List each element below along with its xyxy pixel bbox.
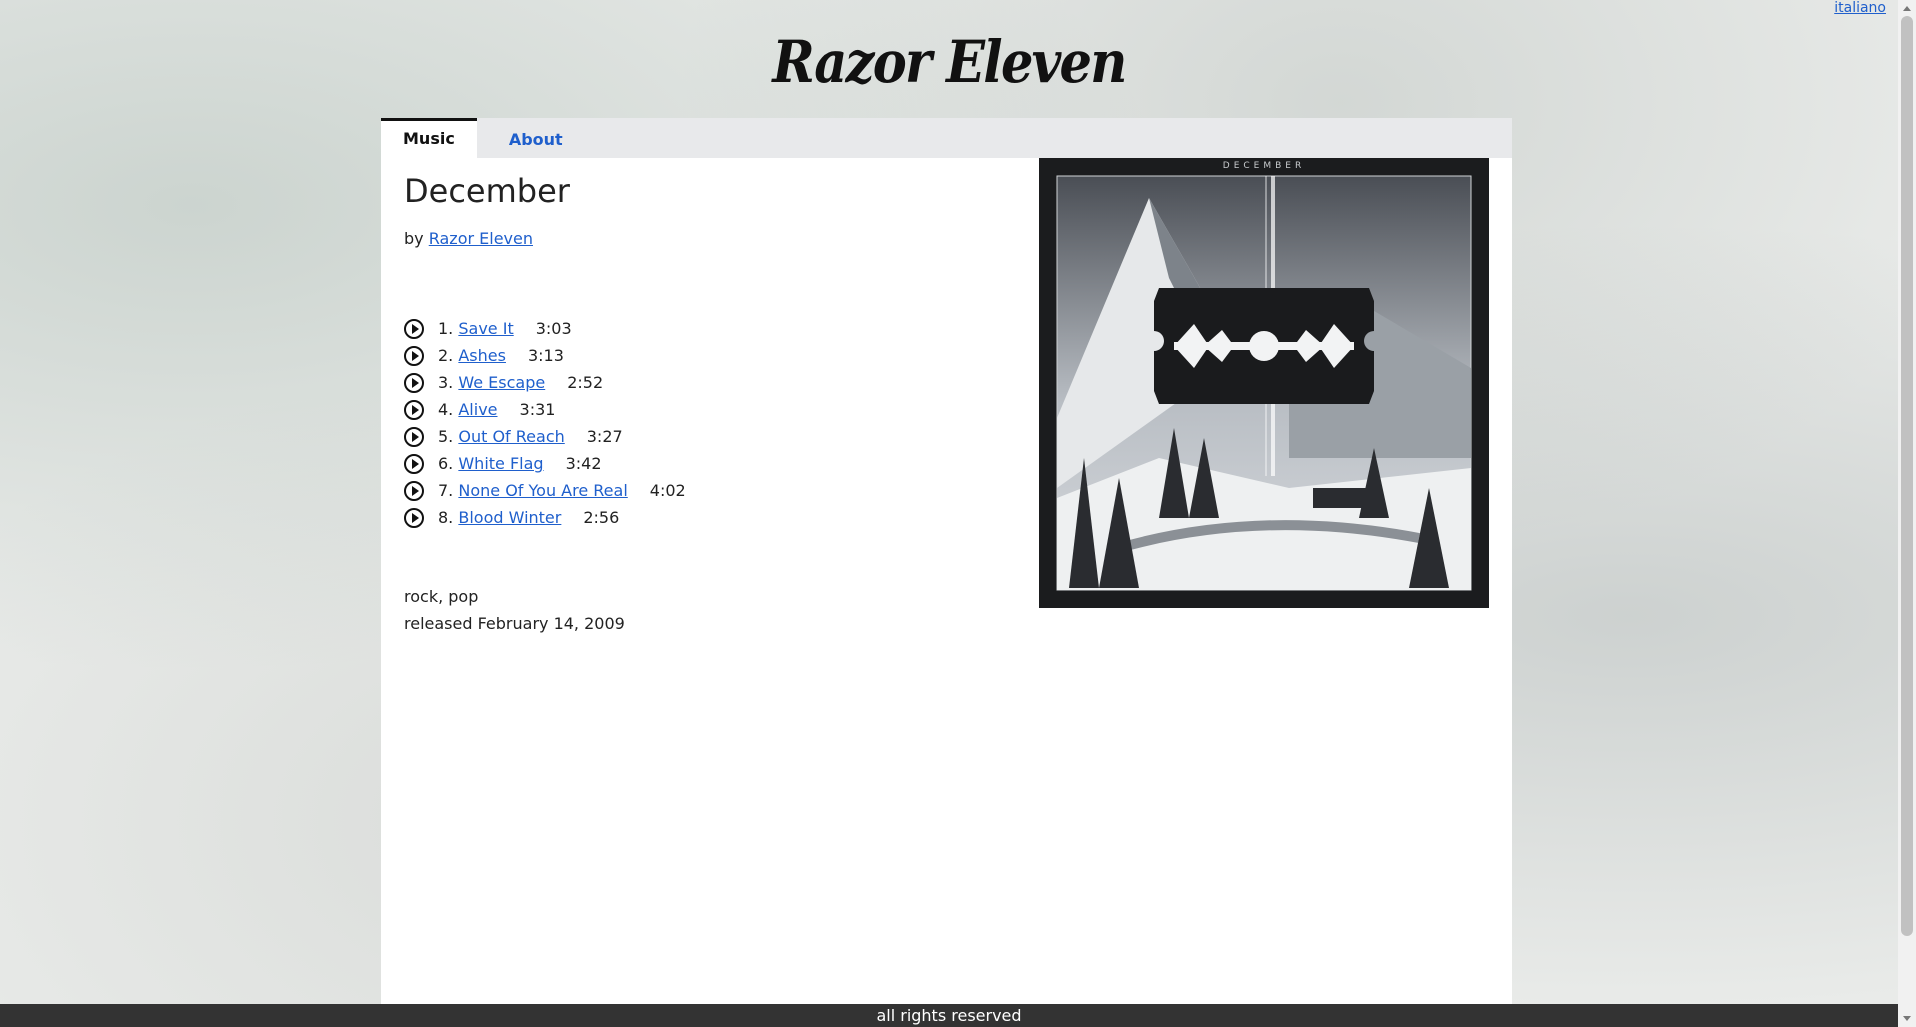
track-number: 6. <box>438 454 454 473</box>
track-title-link[interactable]: Save It <box>458 319 513 338</box>
track-title-link[interactable]: Alive <box>458 400 497 419</box>
track-number: 3. <box>438 373 454 392</box>
play-icon[interactable] <box>404 345 424 366</box>
play-icon[interactable] <box>404 399 424 420</box>
track-duration: 3:03 <box>535 319 572 338</box>
tab-about[interactable]: About <box>487 120 585 158</box>
track-duration: 3:42 <box>565 454 602 473</box>
track-title-link[interactable]: White Flag <box>458 454 543 473</box>
language-link[interactable]: italiano <box>1834 0 1886 16</box>
track-title-link[interactable]: None Of You Are Real <box>458 481 627 500</box>
track-row: 3. We Escape 2:52 <box>404 369 686 396</box>
track-duration: 2:52 <box>567 373 604 392</box>
track-number: 8. <box>438 508 454 527</box>
track-number: 7. <box>438 481 454 500</box>
track-number: 1. <box>438 319 454 338</box>
play-icon[interactable] <box>404 372 424 393</box>
track-title-link[interactable]: We Escape <box>458 373 545 392</box>
by-prefix: by <box>404 229 424 248</box>
track-number: 4. <box>438 400 454 419</box>
artist-link[interactable]: Razor Eleven <box>429 229 533 248</box>
play-icon[interactable] <box>404 507 424 528</box>
track-row: 7. None Of You Are Real 4:02 <box>404 477 686 504</box>
track-row: 2. Ashes 3:13 <box>404 342 686 369</box>
track-duration: 3:13 <box>527 346 564 365</box>
tab-music[interactable]: Music <box>381 118 477 158</box>
scroll-up-icon[interactable] <box>1903 6 1911 11</box>
scrollbar-thumb[interactable] <box>1901 16 1913 936</box>
track-number: 5. <box>438 427 454 446</box>
release-date: released February 14, 2009 <box>404 614 625 633</box>
track-duration: 3:27 <box>586 427 623 446</box>
play-icon[interactable] <box>404 426 424 447</box>
track-row: 5. Out Of Reach 3:27 <box>404 423 686 450</box>
track-duration: 2:56 <box>583 508 620 527</box>
play-icon[interactable] <box>404 480 424 501</box>
track-number: 2. <box>438 346 454 365</box>
scroll-down-icon[interactable] <box>1903 1016 1911 1021</box>
footer: all rights reserved <box>0 1004 1898 1027</box>
play-icon[interactable] <box>404 453 424 474</box>
album-genres: rock, pop <box>404 587 479 606</box>
track-row: 1. Save It 3:03 <box>404 315 686 342</box>
track-duration: 3:31 <box>519 400 556 419</box>
album-cover: DECEMBER <box>1039 158 1489 608</box>
site-title: Razor Eleven <box>772 28 1127 96</box>
track-row: 6. White Flag 3:42 <box>404 450 686 477</box>
track-duration: 4:02 <box>649 481 686 500</box>
album-byline: by Razor Eleven <box>404 229 533 248</box>
track-row: 8. Blood Winter 2:56 <box>404 504 686 531</box>
track-list: 1. Save It 3:03 2. Ashes 3:13 3. We Escape 2:… <box>404 315 686 531</box>
track-title-link[interactable]: Blood Winter <box>458 508 561 527</box>
scrollbar[interactable] <box>1898 0 1916 1027</box>
main-container: Music About December by Razor Eleven 1. … <box>381 118 1512 1004</box>
tab-bar: Music About <box>381 118 1512 158</box>
album-title: December <box>404 172 570 210</box>
track-title-link[interactable]: Ashes <box>458 346 506 365</box>
cover-text: DECEMBER <box>1223 161 1305 171</box>
track-title-link[interactable]: Out Of Reach <box>458 427 564 446</box>
track-row: 4. Alive 3:31 <box>404 396 686 423</box>
play-icon[interactable] <box>404 318 424 339</box>
